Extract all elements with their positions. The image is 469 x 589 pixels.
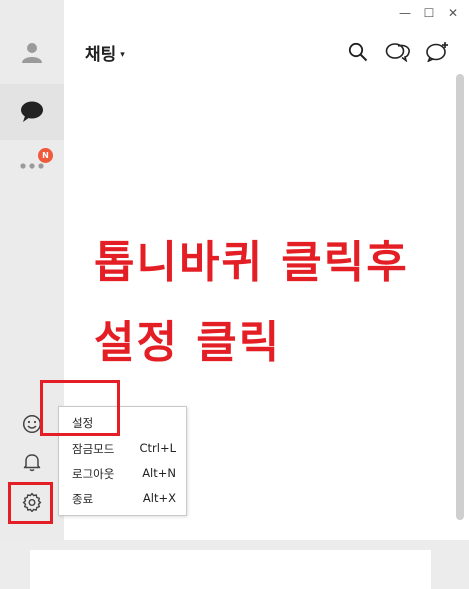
bottom-ad-area [30, 550, 431, 589]
page-title-text: 채팅 [85, 45, 117, 65]
bell-icon [23, 454, 41, 472]
minimize-button[interactable]: — [399, 6, 411, 20]
friends-tab[interactable] [0, 24, 64, 80]
annotation-line-1: 톱니바퀴 클릭후 [94, 237, 409, 288]
search-icon[interactable] [348, 42, 368, 62]
menu-item-lock-mode[interactable]: 잠금모드 Ctrl+L [59, 437, 186, 461]
menu-item-label: 종료 [72, 492, 94, 506]
annotation-line-2: 설정 클릭 [94, 317, 282, 368]
menu-item-exit[interactable]: 종료 Alt+X [59, 487, 186, 511]
menu-item-shortcut: Alt+X [142, 491, 176, 505]
emoji-icon [22, 414, 42, 434]
scrollbar-thumb[interactable] [456, 74, 464, 520]
menu-item-label: 로그아웃 [72, 467, 115, 481]
page-title[interactable]: 채팅 ▾ [85, 40, 125, 65]
more-icon [20, 163, 44, 169]
profile-icon [22, 43, 42, 63]
window-controls: — ☐ ✕ [399, 6, 459, 20]
more-tab[interactable] [0, 138, 64, 194]
highlight-box-gear-button [8, 482, 53, 524]
menu-item-logout[interactable]: 로그아웃 Alt+N [59, 462, 186, 486]
new-chat-icon[interactable] [425, 42, 449, 62]
menu-item-shortcut: Alt+N [142, 466, 176, 480]
chat-icon [21, 101, 43, 122]
chats-tab[interactable] [0, 84, 64, 140]
sidebar: N [0, 0, 64, 540]
maximize-button[interactable]: ☐ [423, 6, 435, 20]
notification-badge: N [38, 148, 53, 163]
close-button[interactable]: ✕ [447, 6, 459, 20]
menu-item-label: 잠금모드 [72, 442, 115, 456]
highlight-box-settings-item [40, 380, 120, 436]
open-chat-icon[interactable] [385, 42, 411, 62]
menu-item-shortcut: Ctrl+L [139, 441, 176, 455]
chevron-down-icon: ▾ [120, 50, 125, 60]
